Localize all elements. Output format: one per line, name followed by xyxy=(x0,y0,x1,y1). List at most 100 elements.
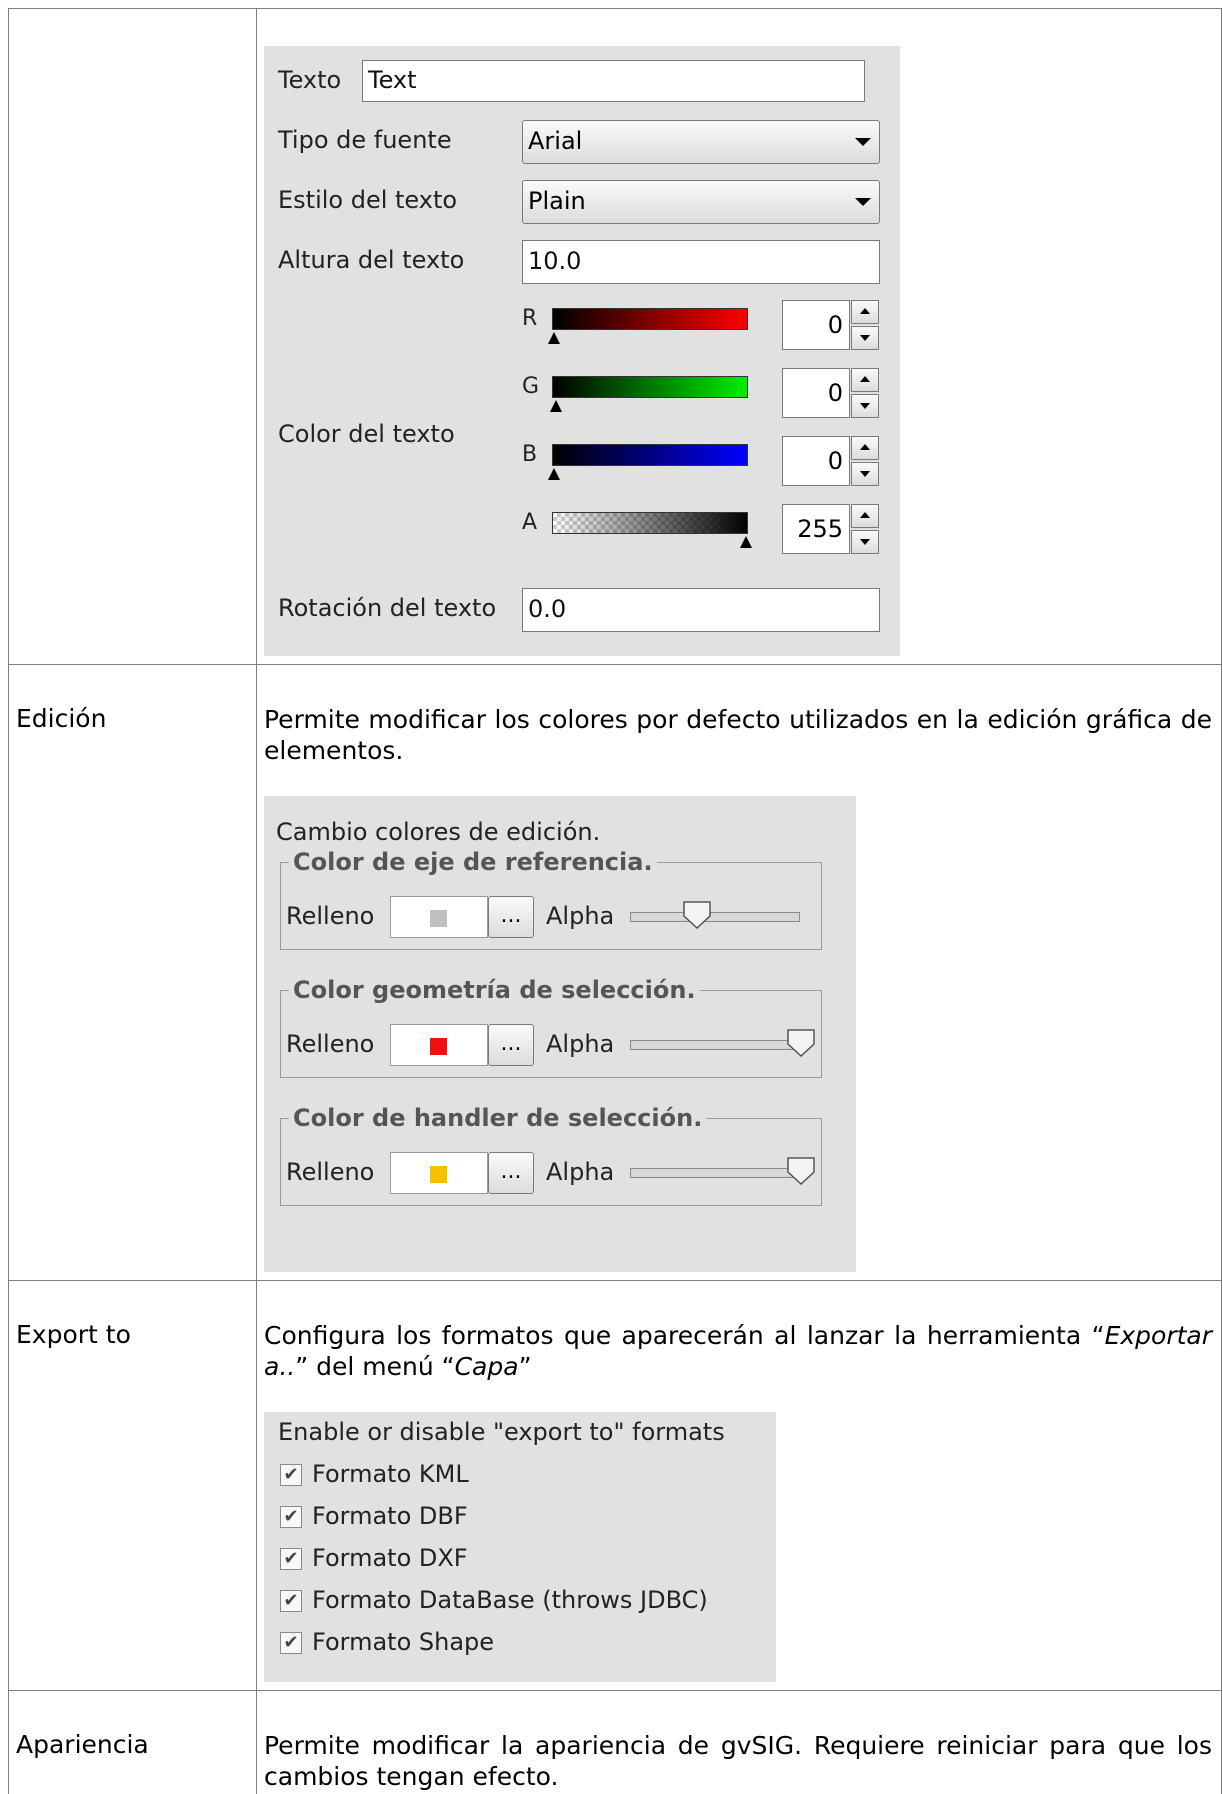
spinner-down-button[interactable] xyxy=(851,394,879,418)
spinner-down-button[interactable] xyxy=(851,326,879,350)
spinner-value[interactable]: 0 xyxy=(782,300,850,350)
spinner-up-button[interactable] xyxy=(851,368,879,392)
export-formats-panel: Enable or disable "export to" formats ✔ … xyxy=(264,1412,776,1682)
menu-reference: Capa xyxy=(454,1352,519,1381)
blue-gradient-slider[interactable] xyxy=(552,444,748,466)
color-swatch xyxy=(430,1038,447,1055)
format-checkbox[interactable]: ✔ xyxy=(280,1506,302,1528)
row-label-edicion: Edición xyxy=(16,704,107,733)
spinner-value[interactable]: 255 xyxy=(782,504,850,554)
spinner-up-button[interactable] xyxy=(851,436,879,460)
color-swatch xyxy=(430,1166,447,1183)
row-label-export-to: Export to xyxy=(16,1320,131,1349)
color-swatch xyxy=(430,910,447,927)
choose-color-button[interactable]: ... xyxy=(488,1152,534,1194)
chevron-down-icon xyxy=(855,138,871,146)
arrow-down-icon xyxy=(860,539,870,545)
arrow-up-icon xyxy=(860,444,870,450)
format-checkbox[interactable]: ✔ xyxy=(280,1632,302,1654)
channel-label: A xyxy=(522,510,538,535)
description-text: ” del menú “ xyxy=(295,1352,455,1381)
alpha-slider-thumb[interactable] xyxy=(682,900,712,930)
spinner-down-button[interactable] xyxy=(851,462,879,486)
green-spinner[interactable]: 0 xyxy=(782,368,880,418)
description-text: ” xyxy=(518,1352,532,1381)
rotation-input[interactable]: 0.0 xyxy=(522,588,880,632)
format-label: Formato KML xyxy=(312,1460,469,1488)
red-spinner[interactable]: 0 xyxy=(782,300,880,350)
fill-color-swatch[interactable] xyxy=(390,1152,488,1194)
red-gradient-slider[interactable] xyxy=(552,308,748,330)
slider-thumb[interactable] xyxy=(548,468,560,480)
alpha-label: Alpha xyxy=(546,1030,615,1058)
spinner-up-button[interactable] xyxy=(851,300,879,324)
fill-color-swatch[interactable] xyxy=(390,896,488,938)
format-checkbox[interactable]: ✔ xyxy=(280,1548,302,1570)
arrow-down-icon xyxy=(860,471,870,477)
export-to-description: Configura los formatos que aparecerán al… xyxy=(264,1320,1212,1382)
axis-color-group: Color de eje de referencia. xyxy=(280,848,822,950)
format-label: Formato DataBase (throws JDBC) xyxy=(312,1586,708,1614)
edicion-description: Permite modificar los colores por defect… xyxy=(264,705,1212,765)
spinner-value[interactable]: 0 xyxy=(782,368,850,418)
arrow-up-icon xyxy=(860,308,870,314)
table-border-top xyxy=(8,8,1222,9)
table-row-divider xyxy=(8,664,1222,665)
choose-color-button[interactable]: ... xyxy=(488,1024,534,1066)
font-type-value: Arial xyxy=(528,127,583,155)
spinner-up-button[interactable] xyxy=(851,504,879,528)
format-label: Formato DBF xyxy=(312,1502,468,1530)
alpha-slider-track[interactable] xyxy=(630,912,800,922)
alpha-slider-track[interactable] xyxy=(630,1168,800,1178)
format-label: Formato DXF xyxy=(312,1544,468,1572)
description-text: Configura los formatos que aparecerán al… xyxy=(264,1321,1105,1350)
alpha-spinner[interactable]: 255 xyxy=(782,504,880,554)
table-row-divider xyxy=(8,1280,1222,1281)
texto-input[interactable]: Text xyxy=(362,60,865,102)
format-label: Formato Shape xyxy=(312,1628,495,1656)
table-border-left xyxy=(8,8,9,1794)
rotacion-label: Rotación del texto xyxy=(278,594,497,622)
table-column-divider xyxy=(256,8,257,1794)
alpha-slider-thumb[interactable] xyxy=(786,1028,816,1058)
edit-colors-panel: Cambio colores de edición. Color de eje … xyxy=(264,796,856,1272)
row-label-apariencia: Apariencia xyxy=(16,1730,149,1759)
choose-color-button[interactable]: ... xyxy=(488,896,534,938)
spinner-value[interactable]: 0 xyxy=(782,436,850,486)
format-checkbox[interactable]: ✔ xyxy=(280,1464,302,1486)
arrow-down-icon xyxy=(860,403,870,409)
fill-label: Relleno xyxy=(286,1158,375,1186)
channel-label: B xyxy=(522,442,538,467)
fill-label: Relleno xyxy=(286,1030,375,1058)
text-style-select[interactable]: Plain xyxy=(522,180,880,224)
tipo-fuente-label: Tipo de fuente xyxy=(278,126,452,154)
green-gradient-slider[interactable] xyxy=(552,376,748,398)
fill-color-swatch[interactable] xyxy=(390,1024,488,1066)
alpha-label: Alpha xyxy=(546,902,615,930)
blue-spinner[interactable]: 0 xyxy=(782,436,880,486)
spinner-down-button[interactable] xyxy=(851,530,879,554)
alpha-label: Alpha xyxy=(546,1158,615,1186)
text-height-input[interactable]: 10.0 xyxy=(522,240,880,284)
alpha-gradient-slider[interactable] xyxy=(552,512,748,534)
group-legend: Color geometría de selección. xyxy=(293,976,696,1004)
alpha-slider-track[interactable] xyxy=(630,1040,800,1050)
font-type-select[interactable]: Arial xyxy=(522,120,880,164)
arrow-down-icon xyxy=(860,335,870,341)
slider-thumb[interactable] xyxy=(548,332,560,344)
slider-thumb[interactable] xyxy=(740,536,752,548)
alpha-slider-thumb[interactable] xyxy=(786,1156,816,1186)
arrow-up-icon xyxy=(860,512,870,518)
color-label: Color del texto xyxy=(278,420,455,448)
fill-label: Relleno xyxy=(286,902,375,930)
arrow-up-icon xyxy=(860,376,870,382)
group-legend: Color de handler de selección. xyxy=(293,1104,703,1132)
edit-panel-title: Cambio colores de edición. xyxy=(276,818,601,846)
table-row-divider xyxy=(8,1690,1222,1691)
apariencia-description: Permite modificar la apariencia de gvSIG… xyxy=(264,1731,1212,1791)
selection-geometry-color-group: Color geometría de selección. xyxy=(280,976,822,1078)
estilo-label: Estilo del texto xyxy=(278,186,458,214)
slider-thumb[interactable] xyxy=(550,400,562,412)
texto-label: Texto xyxy=(278,66,342,94)
format-checkbox[interactable]: ✔ xyxy=(280,1590,302,1612)
